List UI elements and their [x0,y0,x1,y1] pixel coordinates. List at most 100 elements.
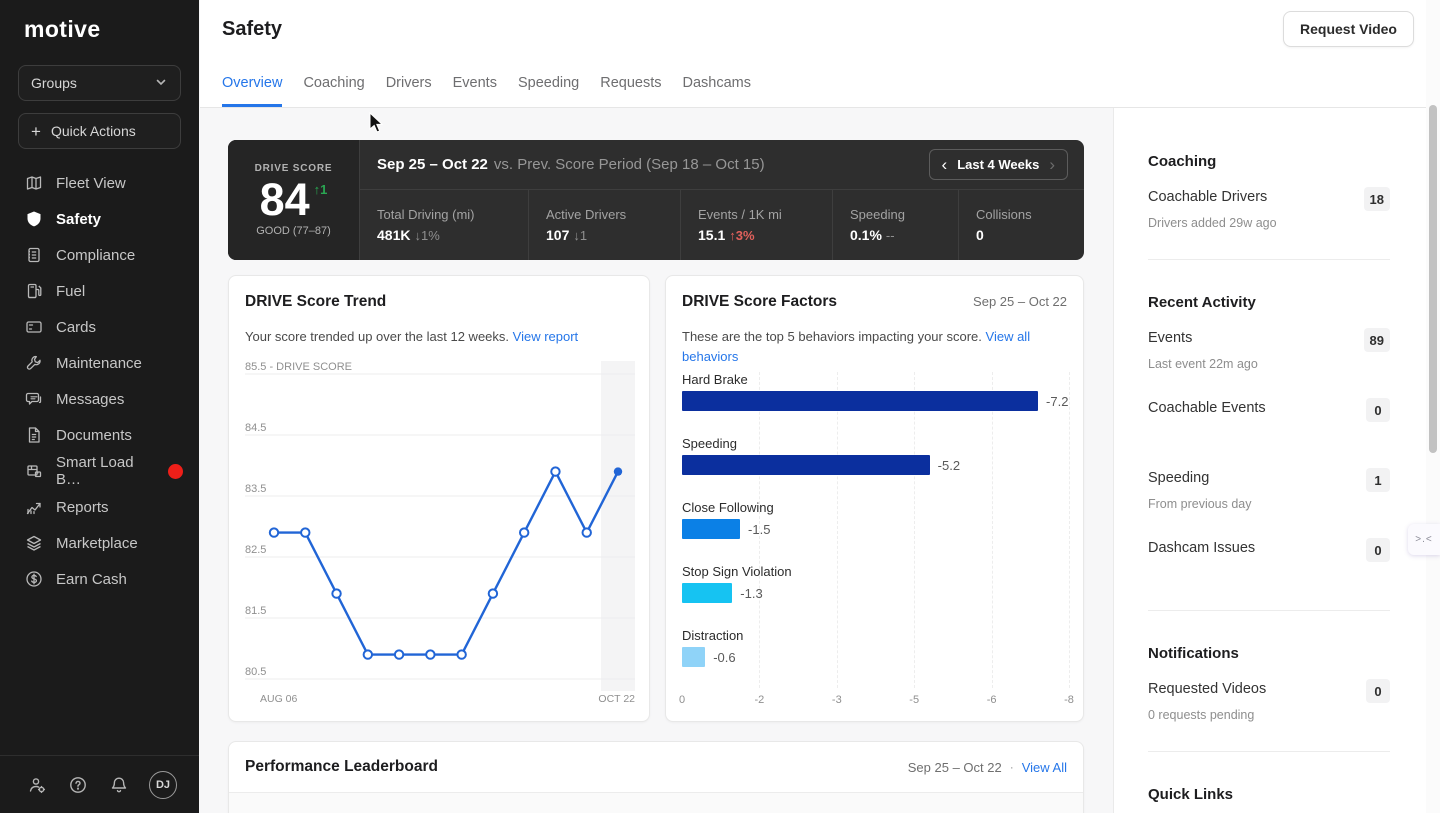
panel-item-coachable-events[interactable]: Coachable Events0 [1148,400,1390,470]
map-icon [25,174,43,192]
stat-change: -- [886,228,895,243]
section-divider [1148,610,1390,611]
quick-actions-button[interactable]: + Quick Actions [18,113,181,149]
tab-events[interactable]: Events [453,75,497,107]
sidebar-item-smart-load-b[interactable]: Smart Load B… [0,453,199,489]
drive-score-delta: ↑1 [314,182,328,197]
section-title-quick-links: Quick Links [1148,786,1390,806]
factor-bar-row: -1.5 [682,519,1069,539]
stat-events-1k-mi: Events / 1K mi15.1↑3% [680,190,832,260]
last-4-weeks-button[interactable]: ‹ Last 4 Weeks › [929,149,1068,180]
sidebar-item-safety[interactable]: Safety [0,201,199,237]
stat-value: 107↓1 [546,227,680,243]
svg-text:83.5: 83.5 [245,483,266,495]
svg-text:84.5: 84.5 [245,422,266,434]
panel-item-events[interactable]: Events89Last event 22m ago [1148,330,1390,400]
notification-dot [168,464,183,479]
section-divider [1148,751,1390,752]
sidebar-item-compliance[interactable]: Compliance [0,237,199,273]
panel-item-dashcam-issues[interactable]: Dashcam Issues0 [1148,540,1390,610]
panel-item-subtitle: From previous day [1148,497,1390,511]
drive-score-block: DRIVE SCORE 84 ↑1 GOOD (77–87) [228,140,360,260]
request-video-button[interactable]: Request Video [1283,11,1414,47]
factor-value: -1.3 [740,586,762,601]
stat-total-driving-mi: Total Driving (mi) 481K↓1% [360,190,528,260]
sidebar-item-fuel[interactable]: Fuel [0,273,199,309]
banner-stats: Total Driving (mi) 481K↓1% Active Drivers 1… [360,190,1084,260]
page-header: Safety Request Video OverviewCoachingDri… [200,0,1440,108]
tab-dashcams[interactable]: Dashcams [683,75,752,107]
groups-dropdown[interactable]: Groups [18,65,181,101]
sidebar-item-cards[interactable]: Cards [0,309,199,345]
factors-card-title: DRIVE Score Factors [682,293,837,311]
panel-item-coachable-drivers[interactable]: Coachable Drivers 18 Drivers added 29w ago [1148,189,1390,259]
leaderboard-period: Sep 25 – Oct 22 [908,760,1002,775]
tab-coaching[interactable]: Coaching [303,75,364,107]
stat-active-drivers: Active Drivers 107↓1 [528,190,680,260]
factor-bar-row: -7.2 [682,391,1069,411]
count-badge: 0 [1366,679,1390,703]
view-report-link[interactable]: View report [513,329,579,344]
sidebar-item-label: Fleet View [56,175,126,192]
stat-speeding: Speeding0.1%-- [832,190,958,260]
count-badge: 0 [1366,398,1390,422]
shield-icon [25,210,43,228]
load-board-icon [25,462,43,480]
panel-item-requested-videos[interactable]: Requested Videos00 requests pending [1148,681,1390,751]
axis-tick: -3 [832,694,842,706]
factors-x-axis: 0-2-3-5-6-8 [682,694,1069,708]
sidebar-item-maintenance[interactable]: Maintenance [0,345,199,381]
section-divider [1148,259,1390,260]
stat-value: 0 [976,227,1084,243]
view-all-link[interactable]: View All [1022,760,1067,775]
notifications-bell-icon[interactable] [108,774,130,796]
user-avatar[interactable]: DJ [149,771,177,799]
stat-label: Speeding [850,207,958,222]
tab-overview[interactable]: Overview [222,75,282,107]
scrollbar-track[interactable] [1426,0,1440,813]
svg-text:AUG 06: AUG 06 [260,693,298,705]
stat-change: ↓1% [414,228,439,243]
count-badge: 18 [1364,187,1390,211]
tab-speeding[interactable]: Speeding [518,75,579,107]
panel-item-row: Coachable Events0 [1148,400,1390,422]
chevron-left-icon[interactable]: ‹ [942,156,948,173]
factor-bar-row: -0.6 [682,647,1069,667]
factor-speeding: Speeding-5.2 [682,436,1069,500]
sidebar-item-label: Reports [56,499,109,516]
factor-value: -0.6 [713,650,735,665]
chevron-right-icon[interactable]: › [1049,156,1055,173]
dot-separator: · [1010,760,1014,774]
panel-item-row: Coachable Drivers 18 [1148,189,1390,211]
sidebar-item-messages[interactable]: Messages [0,381,199,417]
stat-label: Events / 1K mi [698,207,832,222]
panel-item-speeding[interactable]: Speeding1From previous day [1148,470,1390,540]
factors-card-period: Sep 25 – Oct 22 [973,294,1067,309]
stat-label: Total Driving (mi) [377,207,528,222]
tab-drivers[interactable]: Drivers [386,75,432,107]
score-period: Sep 25 – Oct 22vs. Prev. Score Period (S… [377,156,765,174]
factor-label: Stop Sign Violation [682,564,1069,582]
drive-score-factors-card: DRIVE Score Factors Sep 25 – Oct 22 Thes… [665,275,1084,722]
sidebar-item-reports[interactable]: Reports [0,489,199,525]
svg-text:85.5 - DRIVE SCORE: 85.5 - DRIVE SCORE [245,361,352,373]
stat-value: 481K↓1% [377,227,528,243]
factor-label: Close Following [682,500,1069,518]
panel-item-subtitle: Drivers added 29w ago [1148,216,1390,230]
stat-change: ↑3% [729,228,754,243]
admin-user-icon[interactable] [26,774,48,796]
motive-logo: motive [0,0,199,43]
feedback-widget[interactable]: >.< [1408,524,1440,555]
sidebar-item-marketplace[interactable]: Marketplace [0,525,199,561]
sidebar-item-earn-cash[interactable]: Earn Cash [0,561,199,597]
document-icon [25,426,43,444]
stat-label: Active Drivers [546,207,680,222]
drive-score-factors-chart: Hard Brake-7.2Speeding-5.2Close Followin… [682,372,1069,688]
scrollbar-thumb[interactable] [1429,105,1437,453]
panel-item-title: Coachable Drivers [1148,189,1267,205]
help-icon[interactable] [67,774,89,796]
sidebar-item-documents[interactable]: Documents [0,417,199,453]
sidebar-item-fleet-view[interactable]: Fleet View [0,165,199,201]
panel-item-row: Dashcam Issues0 [1148,540,1390,562]
tab-requests[interactable]: Requests [600,75,661,107]
